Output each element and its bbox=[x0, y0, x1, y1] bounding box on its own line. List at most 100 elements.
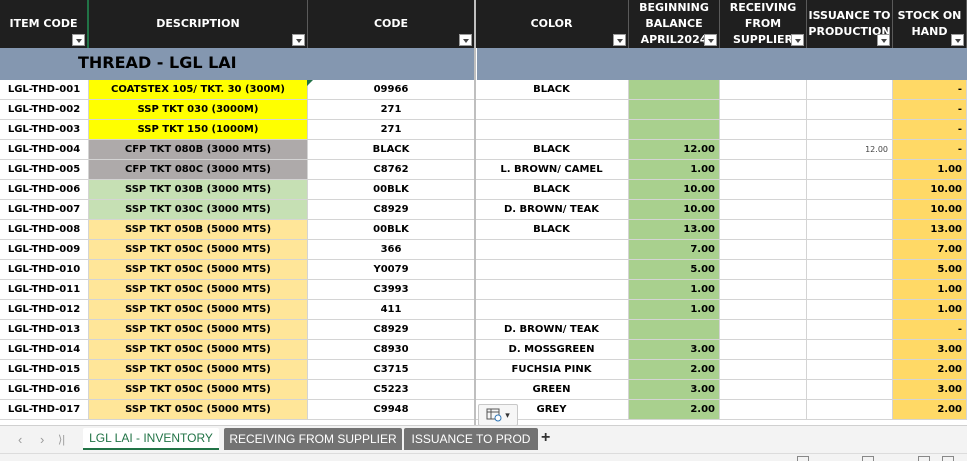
sheet-tab[interactable]: RECEIVING FROM SUPPLIER bbox=[224, 428, 402, 450]
cell-item-code[interactable]: LGL-THD-001 bbox=[0, 80, 89, 100]
filter-dropdown-icon[interactable] bbox=[459, 34, 472, 46]
cell-color[interactable]: BLACK bbox=[475, 180, 629, 200]
cell-code[interactable]: 00BLK bbox=[308, 220, 475, 240]
cell-code[interactable]: 09966 bbox=[308, 80, 475, 100]
cell-issuance[interactable] bbox=[807, 220, 893, 240]
cell-receiving[interactable] bbox=[720, 260, 807, 280]
cell-code[interactable]: BLACK bbox=[308, 140, 475, 160]
cell-code[interactable]: 271 bbox=[308, 120, 475, 140]
cell-stock[interactable]: - bbox=[893, 80, 967, 100]
header-stock-on-hand[interactable]: STOCK ON HAND bbox=[893, 0, 967, 48]
cell-beginning[interactable]: 7.00 bbox=[629, 240, 720, 260]
cell-item-code[interactable]: LGL-THD-010 bbox=[0, 260, 89, 280]
cell-description[interactable]: SSP TKT 050C (5000 MTS) bbox=[89, 400, 308, 420]
cell-stock[interactable]: 13.00 bbox=[893, 220, 967, 240]
cell-stock[interactable]: - bbox=[893, 320, 967, 340]
cell-item-code[interactable]: LGL-THD-003 bbox=[0, 120, 89, 140]
cell-item-code[interactable]: LGL-THD-009 bbox=[0, 240, 89, 260]
cell-color[interactable]: D. BROWN/ TEAK bbox=[475, 200, 629, 220]
cell-beginning[interactable] bbox=[629, 320, 720, 340]
cell-description[interactable]: SSP TKT 050C (5000 MTS) bbox=[89, 240, 308, 260]
cell-code[interactable]: C8762 bbox=[308, 160, 475, 180]
cell-color[interactable]: D. BROWN/ TEAK bbox=[475, 320, 629, 340]
cell-code[interactable]: C3715 bbox=[308, 360, 475, 380]
cell-code[interactable]: C9948 bbox=[308, 400, 475, 420]
cell-issuance[interactable] bbox=[807, 260, 893, 280]
cell-beginning[interactable] bbox=[629, 100, 720, 120]
cell-code[interactable]: C8930 bbox=[308, 340, 475, 360]
cell-issuance[interactable] bbox=[807, 80, 893, 100]
cell-description[interactable]: SSP TKT 150 (1000M) bbox=[89, 120, 308, 140]
cell-issuance[interactable] bbox=[807, 200, 893, 220]
page-break-view-icon[interactable] bbox=[918, 456, 930, 461]
cell-color[interactable]: FUCHSIA PINK bbox=[475, 360, 629, 380]
cell-description[interactable]: CFP TKT 080B (3000 MTS) bbox=[89, 140, 308, 160]
cell-item-code[interactable]: LGL-THD-017 bbox=[0, 400, 89, 420]
tab-scroll-last-icon[interactable]: ⟩| bbox=[58, 433, 65, 446]
add-sheet-button[interactable]: + bbox=[541, 429, 550, 447]
cell-issuance[interactable] bbox=[807, 280, 893, 300]
filter-dropdown-icon[interactable] bbox=[72, 34, 85, 46]
cell-item-code[interactable]: LGL-THD-008 bbox=[0, 220, 89, 240]
cell-description[interactable]: COATSTEX 105/ TKT. 30 (300M) bbox=[89, 80, 308, 100]
cell-receiving[interactable] bbox=[720, 280, 807, 300]
cell-receiving[interactable] bbox=[720, 340, 807, 360]
cell-beginning[interactable]: 5.00 bbox=[629, 260, 720, 280]
cell-stock[interactable]: 2.00 bbox=[893, 400, 967, 420]
cell-receiving[interactable] bbox=[720, 200, 807, 220]
cell-description[interactable]: SSP TKT 030C (3000 MTS) bbox=[89, 200, 308, 220]
cell-stock[interactable]: 10.00 bbox=[893, 200, 967, 220]
header-issuance[interactable]: ISSUANCE TO PRODUCTION bbox=[807, 0, 893, 48]
cell-stock[interactable]: 2.00 bbox=[893, 360, 967, 380]
cell-receiving[interactable] bbox=[720, 160, 807, 180]
cell-receiving[interactable] bbox=[720, 400, 807, 420]
cell-stock[interactable]: 3.00 bbox=[893, 340, 967, 360]
cell-color[interactable] bbox=[475, 120, 629, 140]
cell-code[interactable]: 00BLK bbox=[308, 180, 475, 200]
header-beginning-balance[interactable]: BEGINNING BALANCE APRIL2024 bbox=[629, 0, 720, 48]
cell-issuance[interactable] bbox=[807, 340, 893, 360]
cell-stock[interactable]: 1.00 bbox=[893, 280, 967, 300]
cell-color[interactable] bbox=[475, 100, 629, 120]
cell-description[interactable]: SSP TKT 050C (5000 MTS) bbox=[89, 260, 308, 280]
header-code[interactable]: CODE bbox=[308, 0, 475, 48]
header-receiving[interactable]: RECEIVING FROM SUPPLIER bbox=[720, 0, 807, 48]
cell-receiving[interactable] bbox=[720, 180, 807, 200]
cell-item-code[interactable]: LGL-THD-002 bbox=[0, 100, 89, 120]
filter-dropdown-icon[interactable] bbox=[877, 34, 890, 46]
header-item-code[interactable]: ITEM CODE bbox=[0, 0, 89, 48]
header-color[interactable]: COLOR bbox=[475, 0, 629, 48]
cell-color[interactable]: BLACK bbox=[475, 140, 629, 160]
filter-dropdown-icon[interactable] bbox=[791, 34, 804, 46]
cell-color[interactable]: BLACK bbox=[475, 220, 629, 240]
sheet-tab[interactable]: ISSUANCE TO PROD bbox=[404, 428, 538, 450]
cell-item-code[interactable]: LGL-THD-013 bbox=[0, 320, 89, 340]
cell-beginning[interactable] bbox=[629, 80, 720, 100]
cell-beginning[interactable]: 10.00 bbox=[629, 200, 720, 220]
cell-receiving[interactable] bbox=[720, 100, 807, 120]
cell-issuance[interactable] bbox=[807, 240, 893, 260]
cell-receiving[interactable] bbox=[720, 120, 807, 140]
cell-color[interactable]: L. BROWN/ CAMEL bbox=[475, 160, 629, 180]
sheet-tab[interactable]: LGL LAI - INVENTORY bbox=[83, 428, 219, 450]
cell-stock[interactable]: 1.00 bbox=[893, 160, 967, 180]
cell-code[interactable]: Y0079 bbox=[308, 260, 475, 280]
cell-item-code[interactable]: LGL-THD-015 bbox=[0, 360, 89, 380]
filter-dropdown-icon[interactable] bbox=[951, 34, 964, 46]
cell-color[interactable] bbox=[475, 280, 629, 300]
cell-stock[interactable]: 7.00 bbox=[893, 240, 967, 260]
cell-description[interactable]: SSP TKT 050C (5000 MTS) bbox=[89, 300, 308, 320]
zoom-icon[interactable] bbox=[942, 456, 954, 461]
cell-beginning[interactable]: 2.00 bbox=[629, 360, 720, 380]
cell-code[interactable]: C8929 bbox=[308, 200, 475, 220]
cell-beginning[interactable]: 13.00 bbox=[629, 220, 720, 240]
cell-beginning[interactable]: 3.00 bbox=[629, 340, 720, 360]
cell-receiving[interactable] bbox=[720, 320, 807, 340]
cell-description[interactable]: SSP TKT 050C (5000 MTS) bbox=[89, 340, 308, 360]
cell-color[interactable]: D. MOSSGREEN bbox=[475, 340, 629, 360]
cell-item-code[interactable]: LGL-THD-006 bbox=[0, 180, 89, 200]
header-description[interactable]: DESCRIPTION bbox=[89, 0, 308, 48]
cell-item-code[interactable]: LGL-THD-007 bbox=[0, 200, 89, 220]
cell-code[interactable]: 271 bbox=[308, 100, 475, 120]
cell-issuance[interactable] bbox=[807, 300, 893, 320]
